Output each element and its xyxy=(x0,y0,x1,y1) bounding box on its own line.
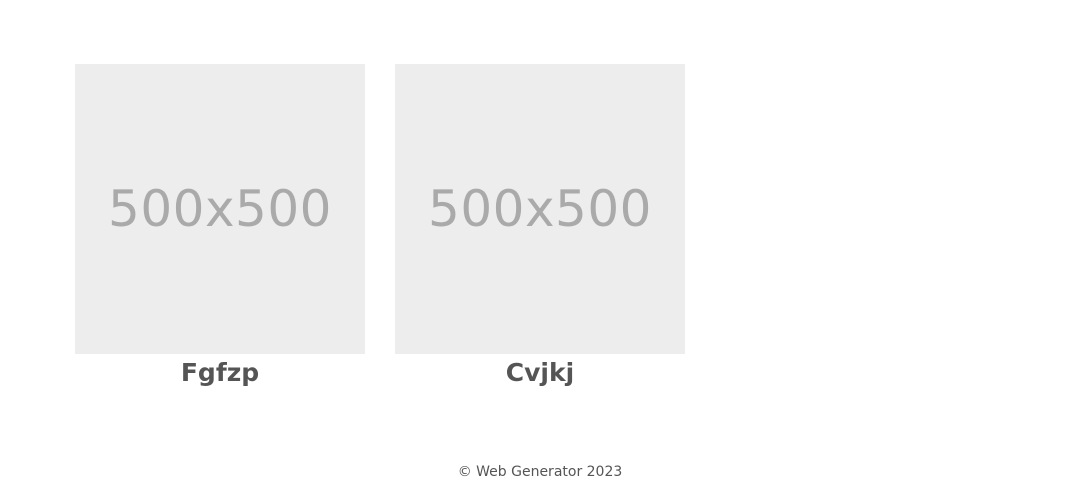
placeholder-size-label: 500x500 xyxy=(108,180,332,238)
footer-copyright: © Web Generator 2023 xyxy=(457,464,623,480)
card-title[interactable]: Cvjkj xyxy=(506,358,574,388)
gallery: 500x500 Fgfzp 500x500 Cvjkj xyxy=(75,64,685,388)
placeholder-size-label: 500x500 xyxy=(428,180,652,238)
placeholder-image[interactable]: 500x500 xyxy=(75,64,365,354)
gallery-card-fgfzp[interactable]: 500x500 Fgfzp xyxy=(75,64,365,388)
page: 500x500 Fgfzp 500x500 Cvjkj © Web Genera… xyxy=(0,0,1080,484)
placeholder-image[interactable]: 500x500 xyxy=(395,64,685,354)
gallery-card-cvjkj[interactable]: 500x500 Cvjkj xyxy=(395,64,685,388)
card-title[interactable]: Fgfzp xyxy=(181,358,259,388)
